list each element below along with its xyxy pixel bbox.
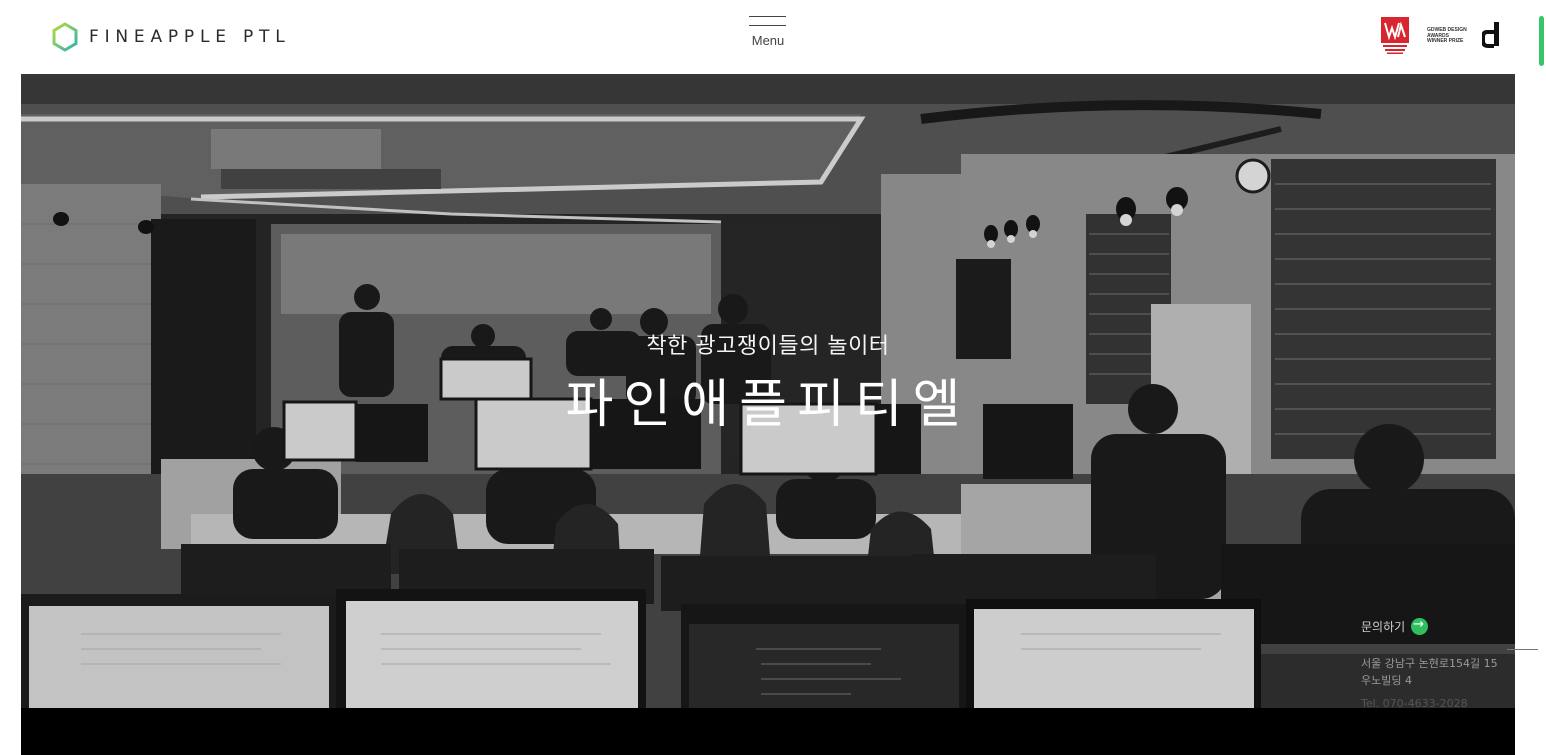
divider-line xyxy=(1507,649,1538,650)
address: 서울 강남구 논현로154길 15 우노빌딩 4 xyxy=(1361,655,1498,689)
gdweb-award-text: GDWEB DESIGN AWARDS WINNER PRIZE xyxy=(1427,27,1477,45)
gdweb-logo-icon xyxy=(1482,22,1499,48)
menu-button[interactable]: Menu xyxy=(748,16,788,56)
arrow-right-icon xyxy=(1411,617,1429,635)
contact-panel: 문의하기 서울 강남구 논현로154길 15 우노빌딩 4 Tel. 070-4… xyxy=(1361,617,1498,708)
scrollbar-thumb[interactable] xyxy=(1539,16,1544,66)
site-logo[interactable]: FINEAPPLE PTL xyxy=(50,22,291,52)
bottom-bar xyxy=(21,708,1515,755)
hexagon-logo-icon xyxy=(52,22,78,52)
page-scrollbar[interactable] xyxy=(1536,14,1546,755)
site-header: FINEAPPLE PTL Menu GDWEB DESIGN AWARDS W… xyxy=(0,0,1546,74)
hero-title: 파인애플피티엘 xyxy=(565,375,971,435)
award-badges: GDWEB DESIGN AWARDS WINNER PRIZE xyxy=(1380,17,1502,55)
gdweb-line-3: WINNER PRIZE xyxy=(1427,38,1464,44)
contact-link[interactable]: 문의하기 xyxy=(1361,617,1498,635)
address-line-1: 서울 강남구 논현로154길 15 xyxy=(1361,657,1498,670)
menu-label: Menu xyxy=(751,33,785,48)
hero-subtitle: 착한 광고쟁이들의 놀이터 xyxy=(646,334,890,359)
hero-section: 착한 광고쟁이들의 놀이터 파인애플피티엘 문의하기 서울 강남구 논현로154… xyxy=(21,74,1515,708)
web-award-badge-icon xyxy=(1381,17,1409,54)
address-line-2: 우노빌딩 4 xyxy=(1361,674,1412,687)
logo-text: FINEAPPLE PTL xyxy=(89,27,291,47)
menu-icon-line xyxy=(749,25,786,26)
telephone: Tel. 070-4633-2028 xyxy=(1361,697,1468,708)
menu-icon xyxy=(749,16,786,17)
contact-label: 문의하기 xyxy=(1361,620,1406,634)
